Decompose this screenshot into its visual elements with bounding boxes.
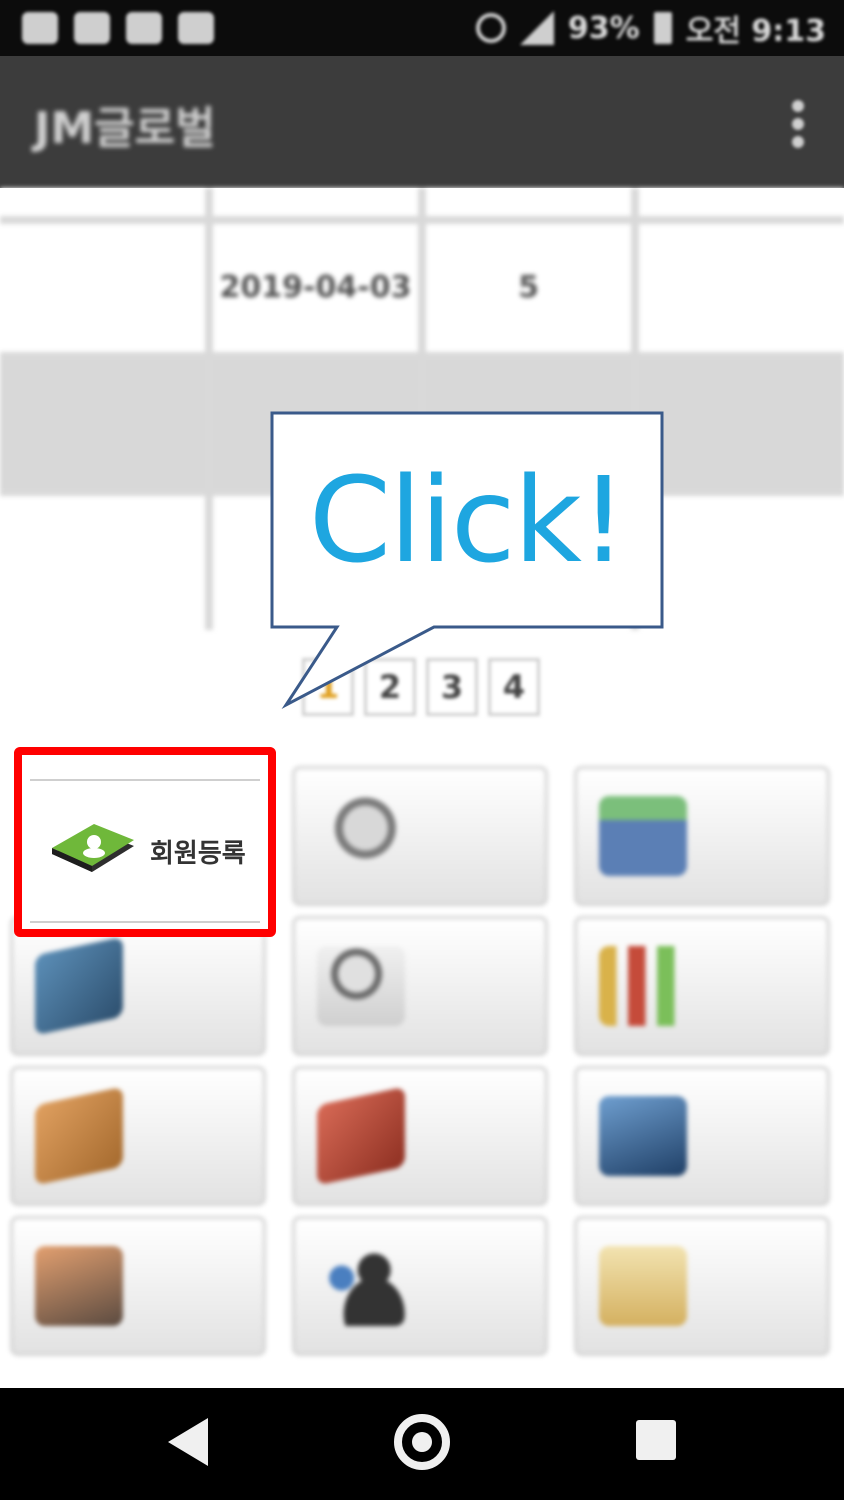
menu-tile[interactable]: [292, 916, 548, 1056]
menu-tile[interactable]: [574, 1066, 830, 1206]
menu-tile[interactable]: [574, 766, 830, 906]
menu-tile[interactable]: [574, 1216, 830, 1356]
red-book-icon: [317, 1086, 405, 1186]
id-card-icon: [599, 1246, 687, 1326]
bar-chart-icon: [599, 946, 687, 1026]
line-chart-blue-icon: [599, 1096, 687, 1176]
menu-tile[interactable]: [10, 916, 266, 1056]
menu-tile[interactable]: [574, 916, 830, 1056]
recents-icon[interactable]: [636, 1420, 676, 1460]
blue-book-icon: [35, 936, 123, 1036]
member-register-label: 회원등록: [150, 838, 246, 869]
line-chart-orange-icon: [35, 1246, 123, 1326]
back-icon[interactable]: [168, 1418, 208, 1466]
users-group-icon: [317, 1246, 405, 1326]
highlighted-member-register-tile[interactable]: 회원등록: [14, 747, 276, 937]
cards-icon: [599, 796, 687, 876]
menu-tile[interactable]: [292, 1066, 548, 1206]
member-register-book-icon: [48, 816, 138, 886]
search-document-icon: [317, 946, 405, 1026]
callout-text: Click!: [308, 451, 627, 589]
menu-tile[interactable]: [292, 766, 548, 906]
magnifier-icon: [317, 796, 405, 876]
menu-tile[interactable]: [292, 1216, 548, 1356]
orange-book-icon: [35, 1086, 123, 1186]
member-register-button[interactable]: 회원등록: [30, 779, 260, 923]
navigation-bar: [0, 1388, 844, 1500]
menu-tile[interactable]: [10, 1066, 266, 1206]
home-icon[interactable]: [394, 1414, 450, 1470]
menu-tile[interactable]: [10, 1216, 266, 1356]
